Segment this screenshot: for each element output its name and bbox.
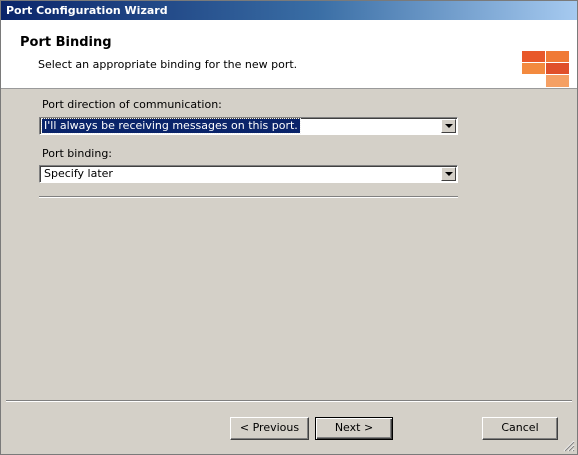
chevron-down-icon[interactable]	[441, 167, 456, 181]
form-divider	[39, 196, 458, 198]
direction-label: Port direction of communication:	[42, 98, 222, 111]
next-button[interactable]: Next >	[315, 417, 393, 440]
binding-value: Specify later	[44, 167, 113, 180]
previous-button[interactable]: < Previous	[230, 417, 309, 440]
direction-select[interactable]: I'll always be receiving messages on thi…	[39, 117, 458, 135]
window-title: Port Configuration Wizard	[6, 4, 168, 17]
page-subtitle: Select an appropriate binding for the ne…	[38, 58, 298, 71]
wizard-window: Port Configuration Wizard Port Binding S…	[0, 0, 578, 455]
direction-value: I'll always be receiving messages on thi…	[41, 118, 301, 134]
resize-grip-icon[interactable]	[563, 440, 575, 452]
title-bar[interactable]: Port Configuration Wizard	[1, 1, 577, 20]
binding-select[interactable]: Specify later	[39, 165, 458, 183]
chevron-down-icon[interactable]	[441, 119, 456, 133]
page-title: Port Binding	[20, 35, 112, 50]
binding-label: Port binding:	[42, 147, 113, 160]
orange-grid-logo-icon	[522, 51, 569, 87]
wizard-header: Port Binding Select an appropriate bindi…	[1, 20, 577, 89]
footer-divider	[6, 400, 572, 402]
cancel-button[interactable]: Cancel	[482, 417, 558, 440]
